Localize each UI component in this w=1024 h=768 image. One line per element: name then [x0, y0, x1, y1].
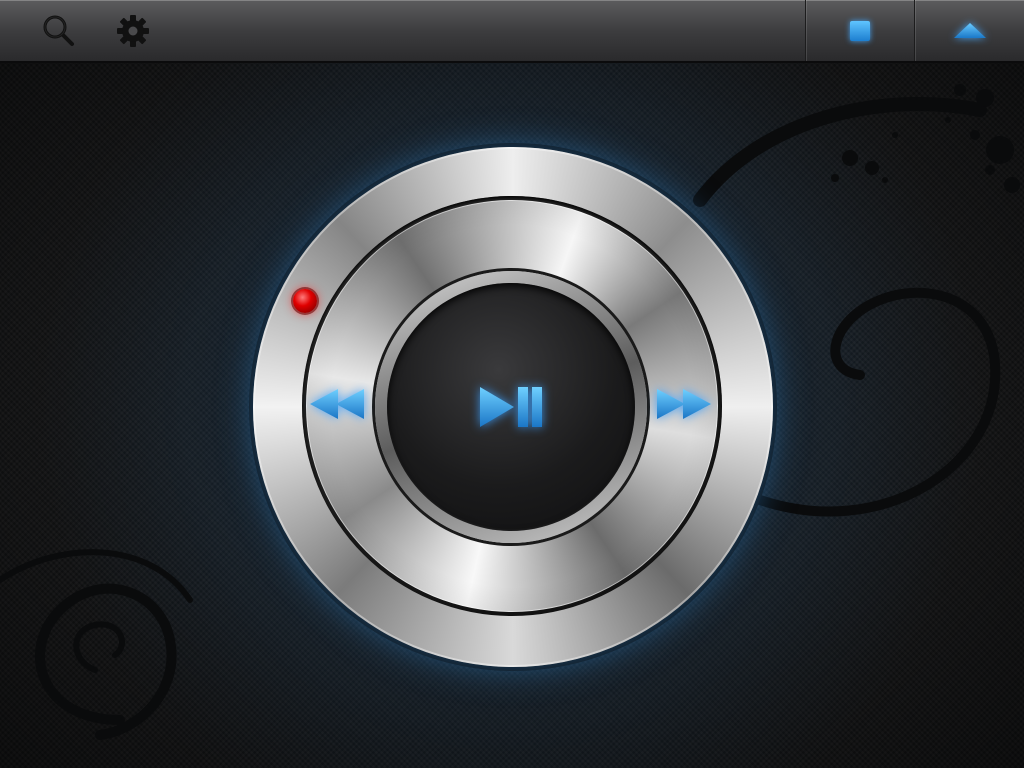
- status-led: [293, 289, 317, 313]
- rewind-icon: [310, 389, 364, 419]
- search-icon: [43, 15, 74, 46]
- eject-icon: [954, 22, 986, 38]
- fast-forward-icon: [657, 389, 711, 419]
- fast-forward-button[interactable]: [650, 380, 716, 428]
- settings-button[interactable]: [110, 0, 156, 61]
- eject-button[interactable]: [914, 0, 1024, 61]
- rewind-button[interactable]: [305, 380, 371, 428]
- stop-button[interactable]: [805, 0, 914, 61]
- search-button[interactable]: [36, 0, 82, 61]
- play-pause-icon: [480, 387, 542, 427]
- top-toolbar: [0, 0, 1024, 63]
- play-pause-button[interactable]: [387, 283, 635, 531]
- stop-icon: [850, 20, 870, 41]
- gear-icon: [117, 14, 149, 47]
